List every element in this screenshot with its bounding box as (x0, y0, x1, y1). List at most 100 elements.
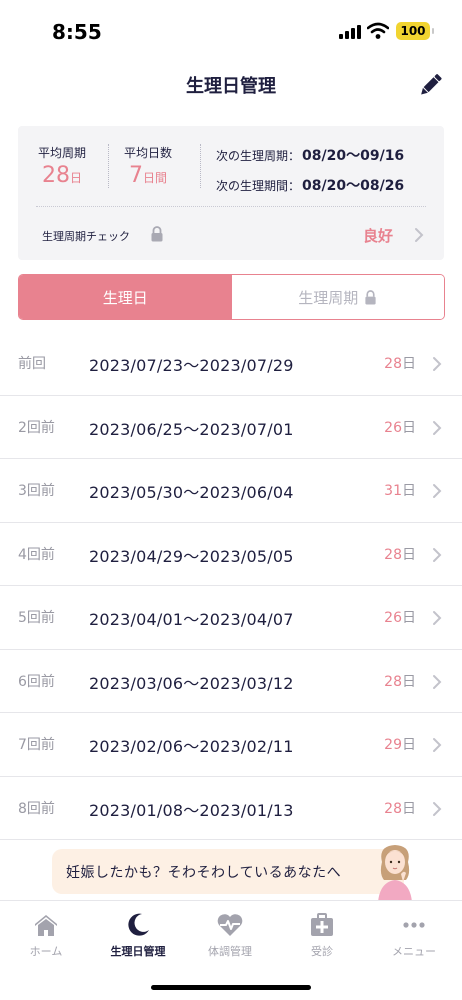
history-label: 5回前 (18, 610, 55, 626)
heart-pulse-icon (217, 914, 243, 936)
history-label: 7回前 (18, 737, 55, 753)
history-range: 2023/05/30〜2023/06/04 (89, 483, 294, 502)
chevron-right-icon[interactable] (414, 227, 424, 243)
list-item[interactable]: 4回前 2023/04/29〜2023/05/05 28日 (0, 523, 462, 586)
lock-icon (151, 226, 163, 242)
avg-days-unit: 日間 (143, 171, 168, 185)
history-label: 8回前 (18, 800, 55, 817)
chevron-right-icon (433, 801, 442, 816)
chevron-right-icon (433, 611, 442, 625)
list-item[interactable]: 5回前 2023/04/01〜2023/04/07 26日 (0, 586, 462, 650)
history-days: 28 (384, 673, 402, 690)
avg-cycle-unit: 日 (70, 171, 83, 185)
history-range: 2023/02/06〜2023/02/11 (89, 737, 294, 756)
divider (200, 144, 201, 188)
history-days-unit: 日 (402, 483, 416, 499)
status-time: 8:55 (52, 20, 102, 44)
history-days: 28 (384, 356, 402, 372)
history-days-unit: 日 (402, 356, 416, 372)
avg-cycle-stat: 平均周期 28日 (38, 144, 86, 188)
history-days-unit: 日 (402, 673, 416, 690)
history-days-unit: 日 (402, 737, 416, 753)
list-item[interactable]: 前回 2023/07/23〜2023/07/29 28日 (0, 332, 462, 396)
cycle-check-value[interactable]: 良好 (363, 225, 393, 246)
chevron-right-icon (433, 420, 442, 435)
next-cycle-row: 次の生理周期： 08/20〜09/16 (216, 145, 404, 165)
home-indicator[interactable] (151, 985, 311, 990)
moon-icon (128, 913, 149, 936)
history-days: 28 (384, 800, 402, 817)
chevron-right-icon (433, 484, 442, 498)
history-label: 2回前 (18, 419, 55, 436)
avg-cycle-label: 平均周期 (38, 146, 87, 160)
pregnancy-promo-banner[interactable]: 妊娠したかも？そわそわしているあなたへ (52, 849, 404, 894)
banner-text: 妊娠したかも？そわそわしているあなたへ (66, 865, 342, 881)
history-range: 2023/06/25〜2023/07/01 (89, 419, 294, 439)
cycle-summary-card: 平均周期 28日 平均日数 7日間 次の生理周期： 08/20〜09/16 次の生… (18, 126, 444, 260)
history-range: 2023/03/06〜2023/03/12 (89, 673, 294, 693)
list-item[interactable]: 7回前 2023/02/06〜2023/02/11 29日 (0, 713, 462, 777)
nav-label: 体調管理 (208, 945, 252, 958)
status-bar: 8:55 100 (0, 0, 462, 60)
nav-menu[interactable]: メニュー (368, 911, 460, 959)
chevron-right-icon (433, 738, 442, 752)
page-title: 生理日管理 (186, 76, 276, 97)
chevron-right-icon (433, 547, 442, 562)
avg-days-label: 平均日数 (124, 146, 173, 160)
view-tabs: 生理日 生理周期 (18, 274, 445, 320)
history-days-unit: 日 (402, 546, 416, 563)
history-days: 26 (384, 610, 402, 626)
tab-period-cycle[interactable]: 生理周期 (231, 275, 444, 319)
list-item[interactable]: 3回前 2023/05/30〜2023/06/04 31日 (0, 459, 462, 523)
avg-days-stat: 平均日数 7日間 (124, 144, 172, 188)
history-days: 29 (384, 737, 402, 753)
history-label: 3回前 (18, 483, 55, 499)
history-range: 2023/07/23〜2023/07/29 (89, 356, 294, 375)
battery-indicator: 100 (396, 22, 434, 40)
woman-illustration (378, 845, 412, 902)
history-range: 2023/01/08〜2023/01/13 (89, 800, 294, 820)
divider (36, 206, 426, 207)
avg-cycle-value: 28 (42, 163, 70, 188)
history-days-unit: 日 (402, 800, 416, 817)
chevron-right-icon (433, 674, 442, 689)
history-days-unit: 日 (402, 419, 416, 436)
history-days: 31 (384, 483, 402, 499)
list-item[interactable]: 2回前 2023/06/25〜2023/07/01 26日 (0, 396, 462, 459)
avg-days-value: 7 (129, 163, 143, 188)
cycle-check-label: 生理周期チェック (42, 230, 130, 243)
history-days: 28 (384, 546, 402, 563)
tab-label: 生理日 (102, 288, 148, 307)
history-days: 26 (384, 419, 402, 436)
history-range: 2023/04/29〜2023/05/05 (89, 546, 294, 566)
nav-label: メニュー (392, 945, 436, 958)
list-item[interactable]: 8回前 2023/01/08〜2023/01/13 28日 (0, 777, 462, 840)
nav-consultation[interactable]: 受診 (276, 911, 368, 959)
list-item[interactable]: 6回前 2023/03/06〜2023/03/12 28日 (0, 650, 462, 713)
lock-icon (365, 289, 376, 304)
home-icon (35, 915, 57, 936)
history-range: 2023/04/01〜2023/04/07 (89, 610, 294, 629)
nav-label: ホーム (29, 945, 63, 958)
divider (108, 144, 109, 188)
header: 生理日管理 (0, 60, 462, 112)
tab-label: 生理周期 (298, 288, 359, 307)
chevron-right-icon (433, 357, 442, 371)
nav-home[interactable]: ホーム (0, 911, 92, 959)
history-label: 前回 (18, 356, 46, 372)
nav-label: 受診 (311, 945, 333, 958)
next-cycle-value: 08/20〜09/16 (302, 148, 405, 164)
tab-period-days[interactable]: 生理日 (19, 275, 232, 319)
pencil-icon[interactable] (415, 70, 445, 100)
history-label: 4回前 (18, 546, 55, 563)
nav-period-management[interactable]: 生理日管理 (92, 911, 184, 959)
nav-health[interactable]: 体調管理 (184, 911, 276, 959)
more-dots-icon (403, 922, 425, 928)
medical-kit-icon (311, 913, 333, 936)
next-period-row: 次の生理期間： 08/20〜08/26 (216, 175, 404, 195)
next-period-label: 次の生理期間： (216, 179, 301, 193)
period-history-list: 前回 2023/07/23〜2023/07/29 28日 2回前 2023/06… (0, 332, 462, 840)
next-period-value: 08/20〜08/26 (302, 178, 405, 194)
next-cycle-label: 次の生理周期： (216, 149, 301, 163)
history-label: 6回前 (18, 673, 55, 690)
